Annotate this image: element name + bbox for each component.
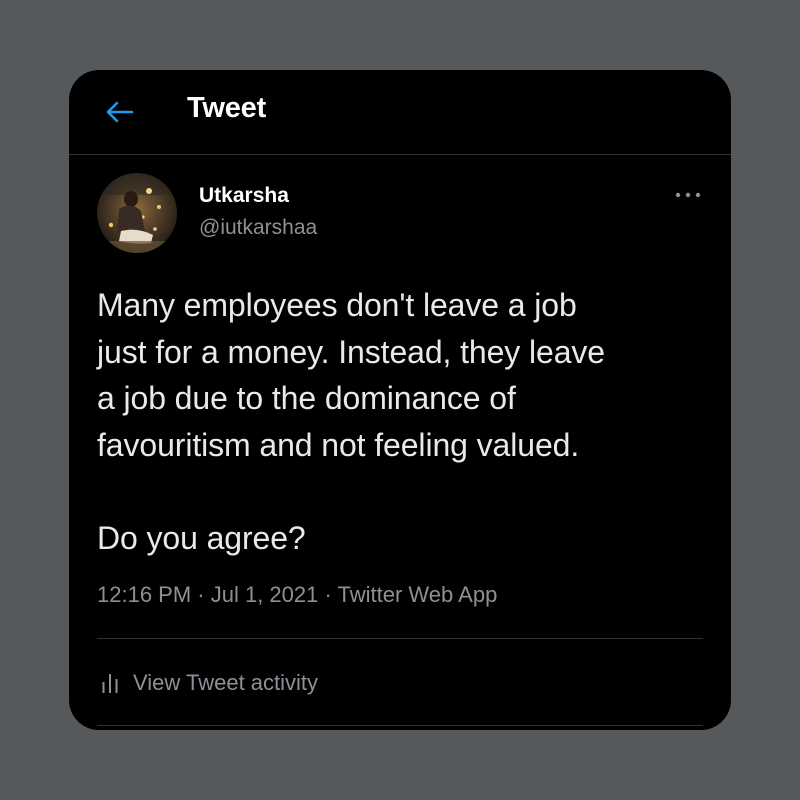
analytics-bars-icon bbox=[102, 674, 118, 693]
tweet-time[interactable]: 12:16 PM bbox=[97, 582, 191, 607]
tweet-card: Tweet Utkarsha @iutkarshaa Many employee… bbox=[69, 70, 731, 730]
back-button[interactable] bbox=[99, 94, 139, 130]
more-horizontal-icon bbox=[675, 192, 701, 198]
activity-label: View Tweet activity bbox=[133, 670, 319, 695]
view-tweet-activity-button[interactable]: View Tweet activity bbox=[101, 668, 318, 698]
meta-separator: · bbox=[191, 582, 211, 607]
avatar[interactable] bbox=[97, 173, 177, 253]
tweet-text: Many employees don't leave a job just fo… bbox=[97, 287, 605, 556]
tweet-meta: 12:16 PM · Jul 1, 2021 · Twitter Web App bbox=[97, 582, 497, 608]
page-title: Tweet bbox=[187, 92, 267, 124]
tweet-date[interactable]: Jul 1, 2021 bbox=[211, 582, 319, 607]
author-name[interactable]: Utkarsha bbox=[199, 184, 289, 208]
tweet-header: Tweet bbox=[69, 70, 731, 155]
tweet-source[interactable]: Twitter Web App bbox=[338, 582, 498, 607]
more-options-button[interactable] bbox=[671, 184, 705, 206]
meta-separator: · bbox=[318, 582, 338, 607]
profile-photo bbox=[97, 173, 177, 253]
divider bbox=[97, 725, 703, 726]
author-handle[interactable]: @iutkarshaa bbox=[199, 216, 317, 240]
arrow-left-icon bbox=[106, 101, 134, 123]
divider bbox=[97, 638, 703, 639]
